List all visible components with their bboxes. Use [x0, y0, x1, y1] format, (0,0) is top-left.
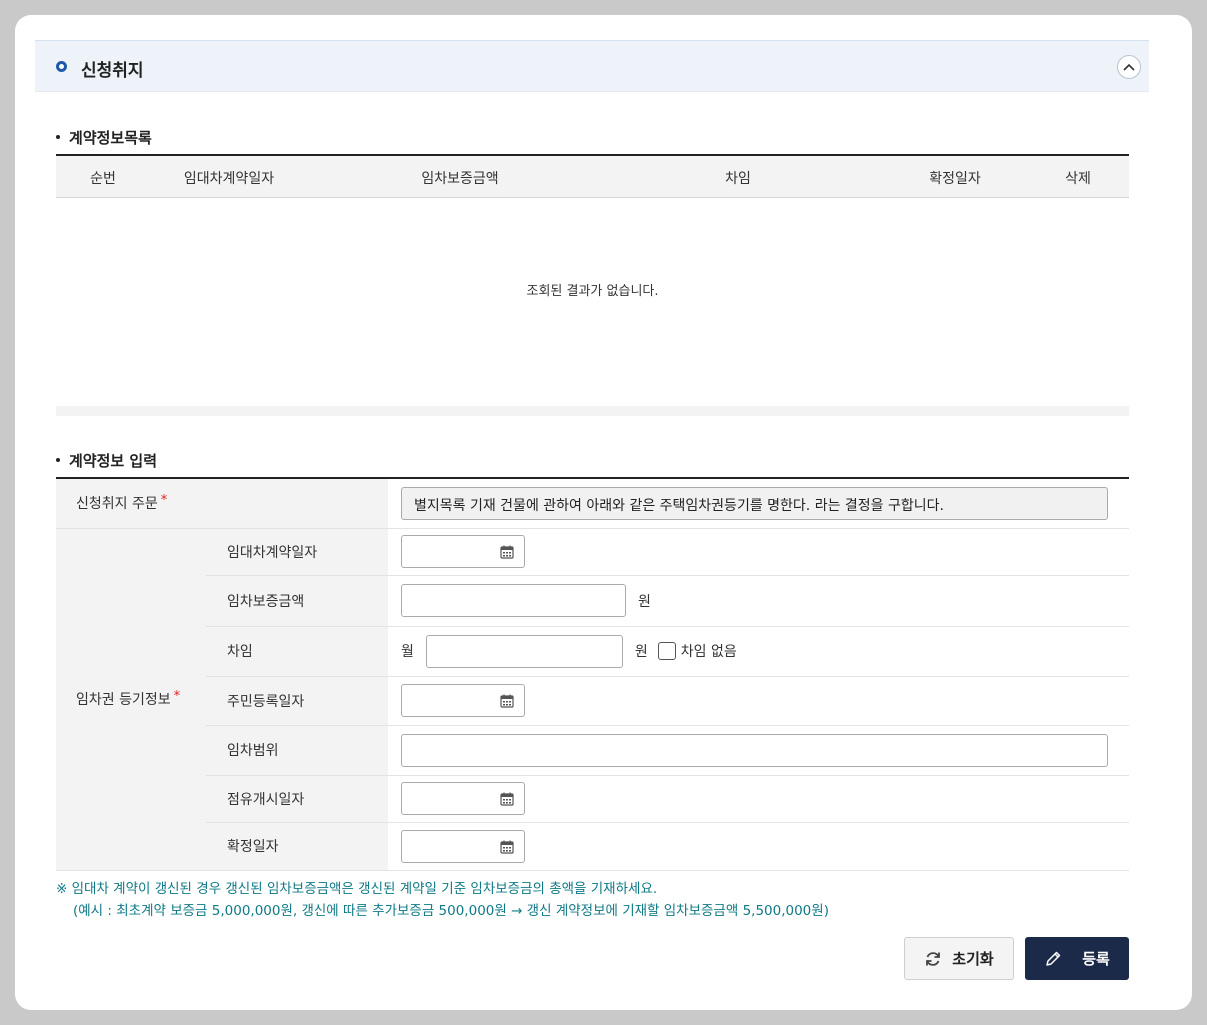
lease-scope-cell	[388, 725, 1129, 776]
lease-date-cell	[388, 528, 1129, 576]
column-header-no: 순번	[90, 171, 116, 187]
registration-label: 임차권 등기정보	[76, 692, 171, 708]
occupancy-start-date-input[interactable]	[401, 782, 525, 815]
order-text-field: 별지목록 기재 건물에 관하여 아래와 같은 주택임차권등기를 명한다. 라는 …	[401, 486, 1108, 520]
resident-reg-date-input[interactable]	[401, 684, 525, 717]
column-header-delete: 삭제	[1065, 171, 1091, 187]
main-card: 신청취지 계약정보목록 순번 임대차계약일자 임차보증금액 차임 확정일자 삭제…	[15, 15, 1192, 1010]
calendar-icon[interactable]	[500, 792, 514, 806]
order-label-cell: 신청취지 주문 *	[56, 478, 388, 529]
lease-date-label: 임대차계약일자	[206, 528, 388, 576]
fixed-date-cell	[388, 822, 1129, 871]
register-button[interactable]: 등록	[1025, 937, 1129, 980]
deposit-label: 임차보증금액	[206, 575, 388, 627]
rent-prefix: 월	[401, 644, 414, 660]
table-footer	[56, 406, 1129, 416]
resident-reg-date-cell	[388, 676, 1129, 726]
registration-label-cell: 임차권 등기정보 *	[56, 528, 206, 871]
reset-button[interactable]: 초기화	[904, 937, 1014, 980]
column-header-fixed-date: 확정일자	[929, 171, 981, 187]
column-header-rent: 차임	[725, 171, 751, 187]
occupancy-start-date-label: 점유개시일자	[206, 775, 388, 823]
table-header: 순번 임대차계약일자 임차보증금액 차임 확정일자 삭제	[56, 156, 1129, 198]
contract-input-form: 신청취지 주문 * 별지목록 기재 건물에 관하여 아래와 같은 주택임차권등기를…	[56, 477, 1129, 871]
section-header: 신청취지	[35, 40, 1149, 92]
calendar-icon[interactable]	[500, 840, 514, 854]
empty-message: 조회된 결과가 없습니다.	[526, 284, 659, 299]
calendar-icon[interactable]	[500, 545, 514, 559]
rent-label: 차임	[206, 626, 388, 677]
section-title: 신청취지	[81, 61, 144, 81]
calendar-icon[interactable]	[500, 694, 514, 708]
chevron-up-icon	[1123, 63, 1135, 71]
required-mark: *	[160, 493, 168, 509]
no-rent-label[interactable]: 차임 없음	[681, 644, 737, 660]
notice-line-2: (예시 : 최초계약 보증금 5,000,000원, 갱신에 따른 추가보증금 …	[73, 903, 829, 919]
lease-date-input[interactable]	[401, 535, 525, 568]
refresh-icon	[926, 951, 941, 966]
reset-button-label: 초기화	[952, 950, 994, 968]
contract-input-title: 계약정보 입력	[56, 450, 157, 471]
rent-unit: 원	[634, 644, 648, 660]
notice-text: ※ 임대차 계약이 갱신된 경우 갱신된 임차보증금액은 갱신된 계약일 기준 …	[56, 878, 829, 922]
pencil-icon	[1046, 951, 1061, 966]
rent-cell: 월 원 차임 없음	[388, 626, 1129, 677]
bullet-circle-icon	[56, 61, 67, 72]
column-header-lease-date: 임대차계약일자	[183, 171, 275, 187]
deposit-cell: 원	[388, 575, 1129, 627]
resident-reg-date-label: 주민등록일자	[206, 676, 388, 726]
required-mark: *	[173, 689, 181, 704]
order-value-cell: 별지목록 기재 건물에 관하여 아래와 같은 주택임차권등기를 명한다. 라는 …	[388, 478, 1129, 529]
table-body: 조회된 결과가 없습니다.	[56, 198, 1129, 406]
contract-list-table: 순번 임대차계약일자 임차보증금액 차임 확정일자 삭제 조회된 결과가 없습니…	[56, 154, 1129, 416]
notice-line-1: ※ 임대차 계약이 갱신된 경우 갱신된 임차보증금액은 갱신된 계약일 기준 …	[56, 881, 658, 897]
lease-scope-label: 임차범위	[206, 725, 388, 776]
register-button-label: 등록	[1082, 950, 1110, 968]
deposit-unit: 원	[638, 593, 651, 610]
fixed-date-input[interactable]	[401, 829, 525, 863]
column-header-deposit: 임차보증금액	[421, 171, 499, 187]
no-rent-checkbox[interactable]	[657, 642, 676, 660]
fixed-date-label: 확정일자	[206, 822, 388, 871]
collapse-button[interactable]	[1117, 55, 1141, 79]
lease-scope-input[interactable]	[401, 733, 1108, 767]
rent-input[interactable]	[425, 634, 623, 668]
contract-list-title: 계약정보목록	[56, 127, 152, 148]
deposit-input[interactable]	[401, 584, 626, 617]
order-label: 신청취지 주문	[76, 496, 158, 513]
occupancy-start-date-cell	[388, 775, 1129, 823]
